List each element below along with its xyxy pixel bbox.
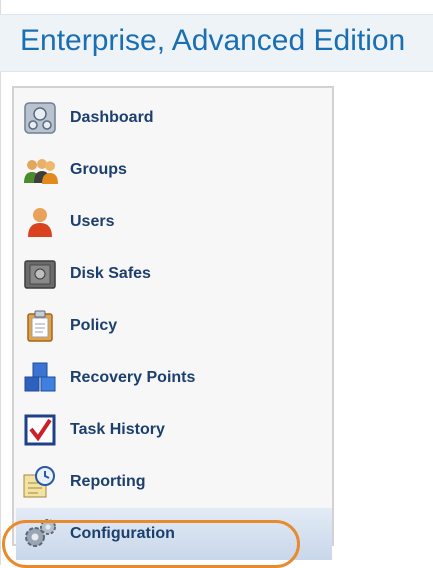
users-icon: [22, 204, 58, 240]
recovery-points-icon: [22, 360, 58, 396]
sidebar-item-configuration[interactable]: Configuration: [16, 508, 332, 560]
sidebar-nav: Dashboard Groups Users Disk Safes Policy…: [12, 86, 334, 560]
sidebar-item-disk-safes[interactable]: Disk Safes: [16, 248, 332, 300]
configuration-icon: [22, 516, 58, 552]
page-title: Enterprise, Advanced Edition: [20, 24, 406, 57]
sidebar-item-reporting[interactable]: Reporting: [16, 456, 332, 508]
sidebar-item-label: Dashboard: [70, 109, 154, 126]
edition-header: Enterprise, Advanced Edition: [0, 14, 433, 72]
sidebar-item-label: Task History: [70, 421, 165, 438]
sidebar-item-label: Policy: [70, 317, 118, 334]
reporting-icon: [22, 464, 58, 500]
disk-safe-icon: [22, 256, 58, 292]
task-history-icon: [22, 412, 58, 448]
sidebar-item-label: Users: [70, 213, 115, 230]
sidebar-item-recovery-points[interactable]: Recovery Points: [16, 352, 332, 404]
sidebar-item-label: Reporting: [70, 473, 146, 490]
groups-icon: [22, 152, 58, 188]
sidebar-item-label: Configuration: [70, 525, 175, 542]
sidebar-item-groups[interactable]: Groups: [16, 144, 332, 196]
sidebar-item-label: Disk Safes: [70, 265, 151, 282]
sidebar-item-task-history[interactable]: Task History: [16, 404, 332, 456]
sidebar-item-dashboard[interactable]: Dashboard: [16, 92, 332, 144]
sidebar-item-label: Recovery Points: [70, 369, 196, 386]
sidebar-item-users[interactable]: Users: [16, 196, 332, 248]
dashboard-icon: [22, 100, 58, 136]
policy-icon: [22, 308, 58, 344]
sidebar-item-label: Groups: [70, 161, 127, 178]
sidebar-item-policy[interactable]: Policy: [16, 300, 332, 352]
